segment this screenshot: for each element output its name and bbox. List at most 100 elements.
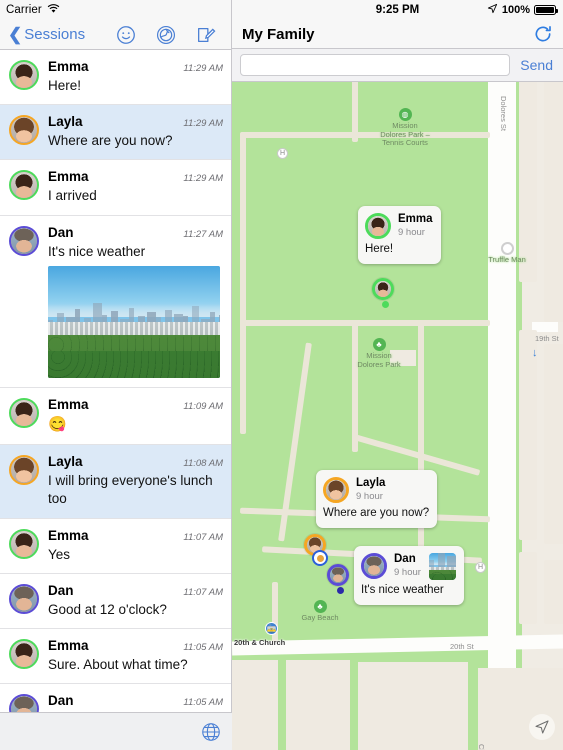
map-callout-dan[interactable]: Dan 9 hour It's nice weather (354, 546, 464, 605)
message-text: It's nice weather (48, 243, 146, 259)
message-row[interactable]: Layla 11:29 AM Where are you now? (0, 105, 231, 161)
message-header: Emma 11:29 AM (48, 59, 223, 74)
avatar (9, 60, 39, 90)
avatar (9, 397, 39, 428)
battery-icon (534, 5, 558, 15)
avatar (365, 213, 391, 239)
pin-tail (336, 587, 344, 594)
callout-timestamp: 9 hour (394, 567, 421, 578)
message-sender: Emma (48, 638, 89, 653)
message-row[interactable]: Emma 11:07 AM Yes (0, 519, 231, 574)
message-header: Layla 11:08 AM (48, 454, 223, 469)
send-button[interactable]: Send (518, 57, 555, 73)
message-header: Emma 11:07 AM (48, 528, 223, 543)
page-title: My Family (242, 25, 315, 43)
avatar (9, 455, 39, 486)
navigation-arrow-icon[interactable] (529, 714, 555, 740)
message-body: Dan 11:07 AM Good at 12 o'clock? (48, 583, 223, 619)
callout-header: Dan 9 hour (361, 553, 456, 580)
globe-icon[interactable] (200, 721, 222, 743)
message-timestamp: 11:09 AM (183, 400, 223, 412)
status-right-group: 100% (487, 3, 558, 17)
message-list[interactable]: Emma 11:29 AM Here! Layla 11:29 AM Where are … (0, 50, 231, 750)
map-pin-marker[interactable] (312, 550, 328, 566)
message-header: Emma 11:29 AM (48, 169, 223, 184)
message-header: Emma 11:05 AM (48, 638, 223, 653)
avatar (323, 477, 349, 503)
message-body: Layla 11:29 AM Where are you now? (48, 114, 223, 150)
carrier-label: Carrier (6, 4, 42, 16)
callout-meta: Dan 9 hour (394, 553, 421, 578)
callout-text: It's nice weather (361, 584, 444, 596)
refresh-icon[interactable] (533, 24, 553, 44)
map-pin-emma[interactable] (372, 278, 398, 310)
message-row[interactable]: Emma 11:29 AM I arrived (0, 160, 231, 216)
avatar (327, 564, 349, 586)
message-row[interactable]: Dan 11:07 AM Good at 12 o'clock? (0, 574, 231, 629)
message-sender: Dan (48, 224, 74, 240)
message-timestamp: 11:05 AM (183, 697, 223, 709)
callout-thumbnail[interactable] (428, 553, 456, 580)
globe-target-icon[interactable] (155, 24, 177, 46)
message-row[interactable]: Layla 11:08 AM I will bring everyone's lun… (0, 445, 231, 519)
smiley-icon[interactable] (115, 24, 137, 46)
callout-header: Emma 9 hour (365, 213, 433, 239)
avatar (9, 225, 39, 256)
callout-meta: Layla 9 hour (356, 477, 385, 502)
map-callout-layla[interactable]: Layla 9 hour Where are you now? (316, 470, 438, 528)
sessions-panel: Carrier ❮ Sessions Emma 11:29 AM Here! L… (0, 0, 232, 750)
message-header: Emma 11:09 AM (48, 397, 223, 412)
map-pin-dan[interactable] (327, 564, 353, 596)
message-text: Here! (48, 78, 82, 93)
message-row[interactable]: Emma 11:05 AM Sure. About what time? (0, 629, 231, 685)
message-body: Layla 11:08 AM I will bring everyone's lun… (48, 454, 223, 508)
message-row[interactable]: Emma 11:29 AM Here! (0, 50, 231, 106)
right-status-bar: 9:25 PM 100% (232, 0, 563, 20)
avatar (9, 583, 39, 614)
battery-percent-label: 100% (501, 4, 530, 16)
map-callout-emma[interactable]: Emma 9 hour Here! (358, 206, 441, 264)
message-text: Sure. About what time? (48, 657, 188, 672)
message-timestamp: 11:27 AM (183, 228, 223, 240)
map-overlay-layer: Emma 9 hour Here! Layla 9 hour Where are you … (232, 82, 563, 750)
message-row[interactable]: Dan 11:27 AM It's nice weather (0, 216, 231, 388)
callout-header: Layla 9 hour (323, 477, 429, 503)
message-body: Emma 11:05 AM Sure. About what time? (48, 638, 223, 674)
back-button-label: Sessions (24, 26, 86, 43)
app-root: Carrier ❮ Sessions Emma 11:29 AM Here! L… (0, 0, 563, 750)
avatar (372, 278, 394, 300)
clock-label: 9:25 PM (375, 4, 420, 16)
message-text: I will bring everyone's lunch too (48, 473, 213, 507)
compose-bar: Send (232, 49, 563, 82)
callout-sender: Dan (394, 553, 416, 565)
callout-text: Where are you now? (323, 507, 430, 519)
location-arrow-icon (487, 3, 498, 17)
message-photo[interactable] (48, 265, 220, 378)
message-sender: Emma (48, 527, 89, 543)
san-francisco-skyline-photo (428, 553, 456, 580)
callout-timestamp: 9 hour (356, 491, 383, 502)
compose-icon[interactable] (195, 24, 217, 46)
message-header: Dan 11:27 AM (48, 225, 223, 240)
back-to-sessions-button[interactable]: ❮ Sessions (8, 26, 85, 43)
message-input[interactable] (240, 54, 511, 76)
message-row[interactable]: Emma 11:09 AM 😋 (0, 388, 231, 446)
message-sender: Emma (48, 59, 89, 74)
message-timestamp: 11:29 AM (183, 118, 223, 130)
avatar (9, 170, 39, 201)
avatar (9, 115, 39, 146)
message-header: Dan 11:07 AM (48, 583, 223, 598)
message-body: Emma 11:29 AM I arrived (48, 169, 223, 205)
message-timestamp: 11:08 AM (183, 458, 223, 470)
left-navbar: ❮ Sessions (0, 20, 231, 50)
message-text: I arrived (48, 188, 97, 204)
callout-timestamp: 9 hour (398, 227, 425, 238)
avatar (9, 528, 39, 559)
message-body: Dan 11:05 AM (48, 693, 223, 711)
san-francisco-skyline-photo (48, 265, 220, 378)
avatar (361, 553, 387, 579)
map-canvas[interactable]: Dolores St 19th St 20th St Church St ↓ ◍… (232, 82, 563, 750)
left-status-bar: Carrier (0, 0, 231, 20)
message-body: Emma 11:29 AM Here! (48, 59, 223, 95)
message-timestamp: 11:07 AM (183, 531, 223, 543)
